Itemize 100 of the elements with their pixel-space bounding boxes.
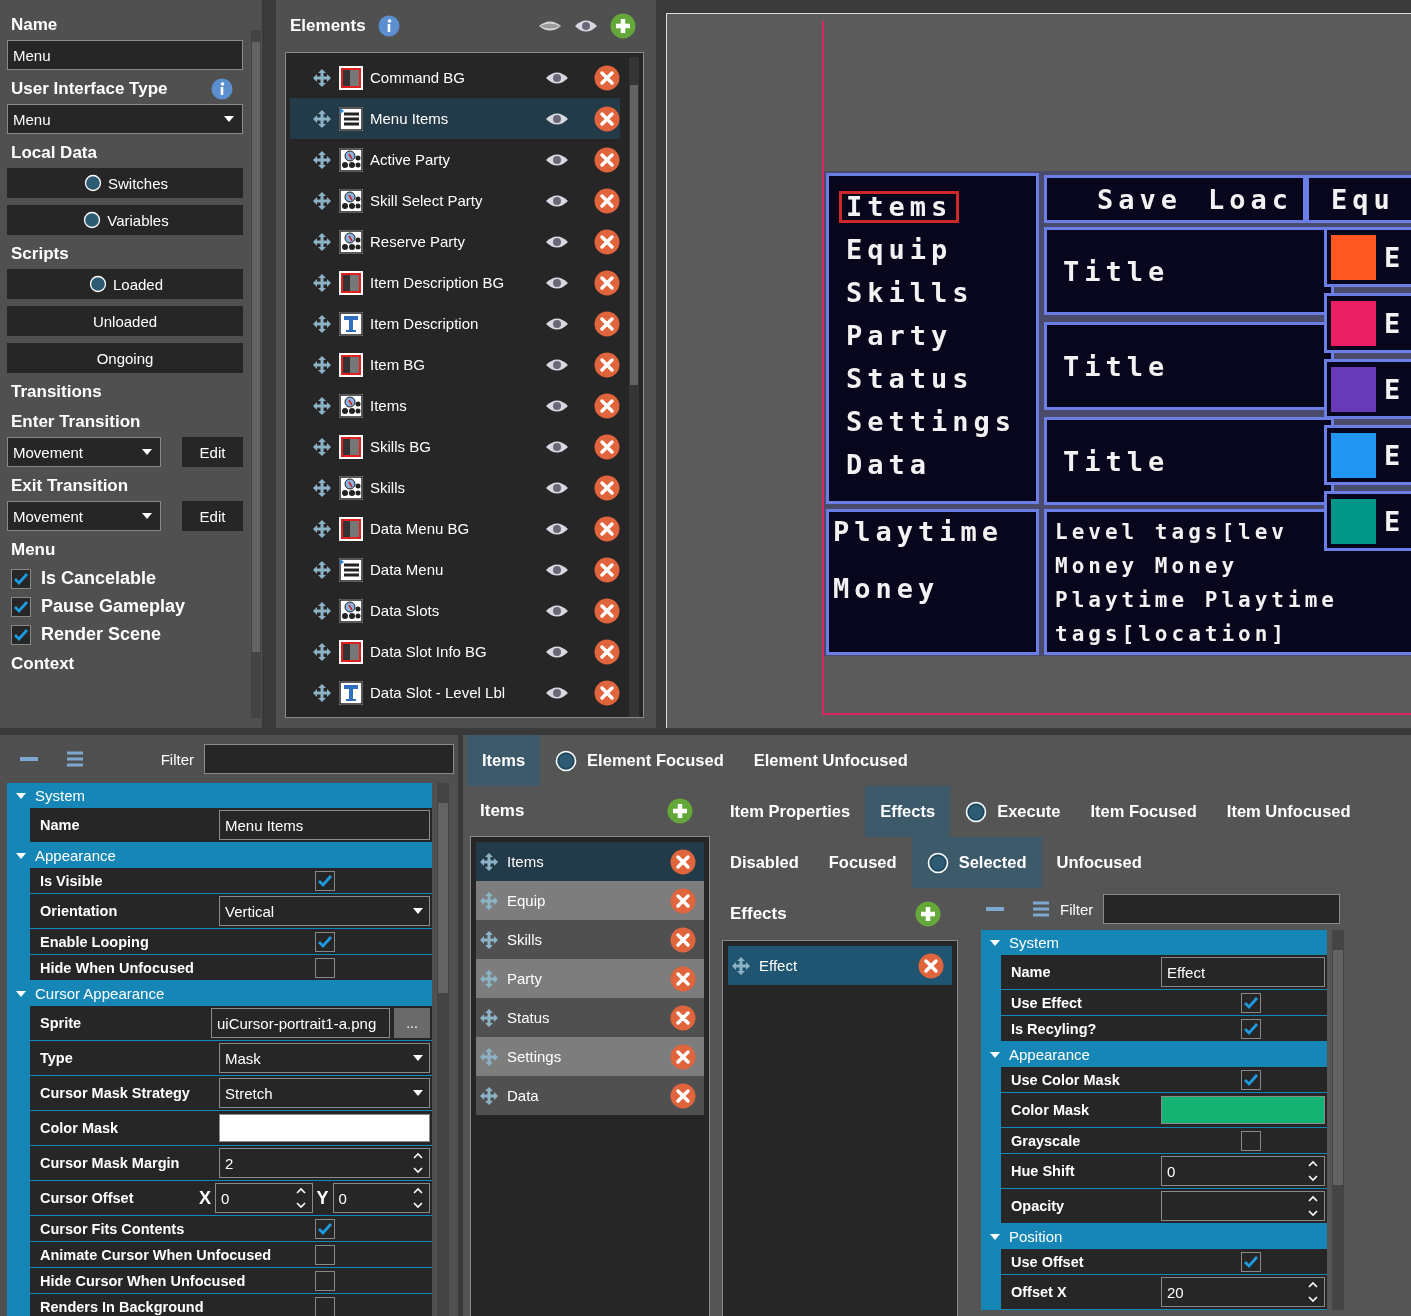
checkbox[interactable] [315, 931, 335, 952]
spinner-icon[interactable] [1308, 1280, 1319, 1304]
move-icon[interactable] [312, 231, 332, 252]
edit-button[interactable]: Edit [182, 437, 243, 467]
element-row[interactable]: Data Slots [290, 590, 620, 631]
expander-icon[interactable] [15, 850, 27, 861]
add-icon[interactable] [915, 901, 941, 927]
spinner-icon[interactable] [413, 1151, 423, 1175]
delete-icon[interactable] [594, 269, 620, 296]
spinner-icon[interactable] [413, 1186, 423, 1210]
move-icon[interactable] [479, 851, 499, 872]
dropdown[interactable]: Vertical [219, 896, 430, 926]
checkbox[interactable] [1241, 1018, 1261, 1039]
list-item[interactable]: Items [476, 842, 704, 881]
move-icon[interactable] [312, 559, 332, 580]
delete-icon[interactable] [594, 433, 620, 460]
text-field[interactable]: Menu Items [219, 810, 430, 840]
tab[interactable]: Items [467, 735, 541, 786]
tab[interactable]: Element Focused [540, 735, 739, 786]
delete-icon[interactable] [670, 926, 696, 953]
scrollbar[interactable] [629, 57, 639, 717]
move-icon[interactable] [312, 395, 332, 416]
caret-icon[interactable] [224, 116, 234, 122]
delete-icon[interactable] [594, 679, 620, 706]
spinner-icon[interactable] [1308, 1159, 1319, 1183]
delete-icon[interactable] [594, 187, 620, 214]
expander-icon[interactable] [989, 937, 1001, 948]
list-item[interactable]: Data [476, 1076, 704, 1115]
element-row[interactable]: Reserve Party [290, 221, 620, 262]
expander-icon[interactable] [15, 790, 27, 801]
tab[interactable]: Effects [865, 786, 951, 837]
expander-icon[interactable] [989, 1231, 1001, 1242]
delete-icon[interactable] [594, 638, 620, 665]
delete-icon[interactable] [594, 64, 620, 91]
element-row[interactable]: Item Description [290, 303, 620, 344]
tab[interactable]: Focused [813, 837, 912, 888]
dropdown[interactable]: Movement [7, 501, 161, 531]
delete-icon[interactable] [918, 952, 944, 979]
text-field[interactable]: Effect [1161, 957, 1326, 987]
move-icon[interactable] [312, 641, 332, 662]
element-row[interactable]: Item BG [290, 344, 620, 385]
checkbox[interactable] [315, 1270, 335, 1291]
caret-icon[interactable] [413, 1055, 423, 1061]
caret-icon[interactable] [413, 1090, 423, 1096]
toggle-button[interactable]: Ongoing [7, 343, 243, 373]
caret-icon[interactable] [142, 513, 152, 519]
checkbox[interactable] [315, 957, 335, 978]
tab[interactable]: Item Unfocused [1211, 786, 1366, 837]
move-icon[interactable] [312, 354, 332, 375]
delete-icon[interactable] [594, 474, 620, 501]
move-icon[interactable] [479, 1085, 499, 1106]
delete-icon[interactable] [594, 146, 620, 173]
checkbox[interactable] [11, 568, 31, 589]
browse-button[interactable]: ... [394, 1008, 430, 1038]
delete-icon[interactable] [670, 1082, 696, 1109]
checkbox[interactable] [315, 1244, 335, 1265]
move-icon[interactable] [731, 955, 751, 976]
eye-icon[interactable] [574, 18, 598, 34]
expander-icon[interactable] [15, 988, 27, 999]
delete-icon[interactable] [594, 392, 620, 419]
move-icon[interactable] [312, 477, 332, 498]
move-icon[interactable] [479, 929, 499, 950]
color-field[interactable] [219, 1114, 430, 1142]
move-icon[interactable] [479, 1007, 499, 1028]
caret-icon[interactable] [413, 908, 423, 914]
text-field[interactable]: uiCursor-portrait1-a.png [211, 1008, 390, 1038]
checkbox[interactable] [11, 596, 31, 617]
spinner-icon[interactable] [295, 1186, 306, 1210]
element-row[interactable]: Menu Items [290, 98, 620, 139]
info-icon[interactable] [211, 78, 233, 100]
delete-icon[interactable] [594, 597, 620, 624]
move-icon[interactable] [312, 436, 332, 457]
dropdown[interactable]: Movement [7, 437, 161, 467]
checkbox[interactable] [1241, 1251, 1261, 1272]
delete-icon[interactable] [594, 515, 620, 542]
toggle-button[interactable]: Switches [7, 168, 243, 198]
checkbox[interactable] [315, 870, 335, 891]
expander-icon[interactable] [989, 1049, 1001, 1060]
toggle-button[interactable]: Variables [7, 205, 243, 235]
element-row[interactable]: Items [290, 385, 620, 426]
list-item[interactable]: Status [476, 998, 704, 1037]
delete-icon[interactable] [594, 105, 620, 132]
element-row[interactable]: Data Slot - Level Lbl [290, 672, 620, 713]
list-item[interactable]: Effect [728, 946, 952, 985]
tab[interactable]: Execute [950, 786, 1076, 837]
number-field[interactable] [1161, 1191, 1326, 1221]
filter-field[interactable] [1103, 894, 1340, 924]
element-row[interactable]: Item Description BG [290, 262, 620, 303]
number-field[interactable]: 0 [215, 1183, 313, 1213]
element-row[interactable]: Data Slot Info BG [290, 631, 620, 672]
move-icon[interactable] [312, 600, 332, 621]
toggle-button[interactable]: Unloaded [7, 306, 243, 336]
scrollbar[interactable] [1332, 930, 1344, 1310]
delete-icon[interactable] [670, 1004, 696, 1031]
move-icon[interactable] [312, 518, 332, 539]
spinner-icon[interactable] [1308, 1194, 1319, 1218]
list-icon[interactable] [1032, 901, 1050, 917]
list-item[interactable]: Skills [476, 920, 704, 959]
move-icon[interactable] [312, 272, 332, 293]
number-field[interactable]: 0 [332, 1183, 430, 1213]
